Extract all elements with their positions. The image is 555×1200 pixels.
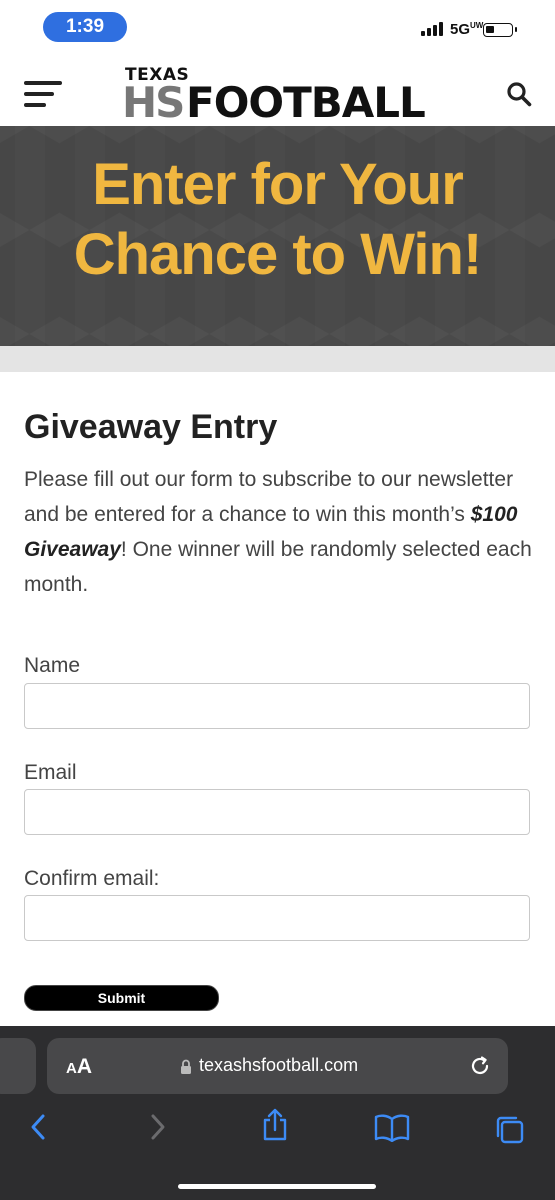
browser-chrome: AA texashsfootball.com — [0, 1026, 555, 1200]
banner-divider — [0, 346, 555, 372]
lock-icon — [181, 1059, 191, 1074]
reader-options-button[interactable]: AA — [66, 1055, 92, 1079]
aa-large: A — [76, 1055, 93, 1078]
network-indicator: 5GUW — [450, 21, 483, 38]
confirm-email-field[interactable] — [24, 895, 530, 941]
email-label: Email — [24, 761, 77, 784]
hero-line-2: Chance to Win! — [73, 222, 483, 287]
status-time: 1:39 — [43, 12, 127, 42]
share-icon[interactable] — [260, 1108, 290, 1142]
intro-text: Please fill out our form to subscribe to… — [24, 462, 532, 602]
browser-toolbar — [0, 1106, 555, 1156]
intro-before: Please fill out our form to subscribe to… — [24, 468, 514, 526]
page-title: Giveaway Entry — [24, 408, 278, 446]
url-text: texashsfootball.com — [199, 1055, 359, 1075]
back-icon[interactable] — [26, 1112, 50, 1142]
logo-football: FOOTBALL — [186, 78, 426, 127]
logo-hs: HS — [122, 78, 185, 127]
confirm-email-label: Confirm email: — [24, 867, 160, 890]
tabs-icon[interactable] — [494, 1114, 526, 1146]
submit-button[interactable]: Submit — [24, 985, 219, 1011]
status-bar: 1:39 5GUW — [0, 0, 555, 52]
network-sup: UW — [470, 21, 484, 30]
aa-small: A — [66, 1060, 77, 1077]
hero-title: Enter for Your Chance to Win! — [0, 150, 555, 290]
forward-icon[interactable] — [146, 1112, 170, 1142]
bookmarks-icon[interactable] — [374, 1114, 410, 1142]
site-header: TEXAS HS FOOTBALL — [0, 52, 555, 127]
hero-banner: Enter for Your Chance to Win! — [0, 126, 555, 346]
search-icon[interactable] — [506, 81, 532, 107]
home-indicator[interactable] — [178, 1184, 376, 1189]
previous-tab[interactable] — [0, 1038, 36, 1094]
name-label: Name — [24, 654, 81, 677]
address-bar[interactable]: AA texashsfootball.com — [47, 1038, 508, 1094]
hero-line-1: Enter for Your — [92, 152, 464, 217]
battery-icon — [483, 23, 517, 37]
email-field[interactable] — [24, 789, 530, 835]
name-field[interactable] — [24, 683, 530, 729]
reload-icon[interactable] — [468, 1054, 492, 1078]
menu-icon[interactable] — [24, 81, 64, 109]
signal-icon — [421, 22, 443, 36]
network-label: 5G — [450, 21, 471, 38]
